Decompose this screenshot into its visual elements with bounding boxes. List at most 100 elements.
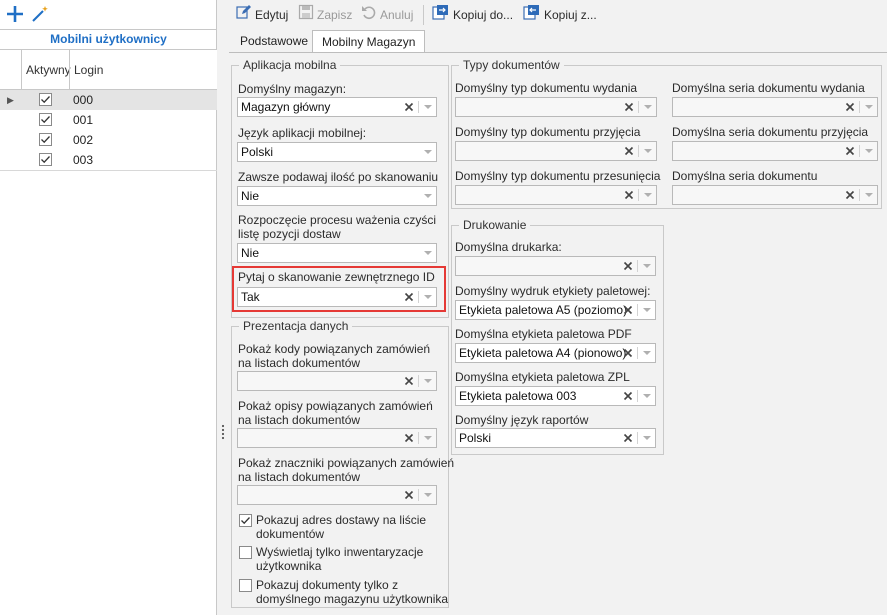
combo-value: Polski [459, 431, 492, 445]
order-desc-select[interactable] [237, 428, 437, 448]
tab-strip: Podstawowe Mobilny Magazyn [229, 30, 887, 53]
users-pane: Mobilni użytkownicy Aktywny Login ▶ 000 … [0, 0, 217, 615]
language-select[interactable]: Polski [237, 142, 437, 162]
copy-from-label: Kopiuj z... [544, 8, 597, 22]
pallet-print-select[interactable]: Etykieta paletowa A5 (poziomo) [455, 300, 656, 320]
active-checkbox[interactable] [39, 153, 52, 166]
chevron-down-icon[interactable] [639, 186, 656, 204]
show-address-checkbox[interactable] [239, 514, 252, 527]
chevron-down-icon[interactable] [419, 372, 436, 390]
receipt-type-label: Domyślny typ dokumentu przyjęcia [455, 125, 641, 139]
chevron-down-icon[interactable] [639, 98, 656, 116]
order-desc-label-line1: Pokaż opisy powiązanych zamówień [238, 399, 433, 413]
clear-icon[interactable] [619, 344, 637, 362]
clear-icon[interactable] [400, 429, 418, 447]
order-marks-select[interactable] [237, 485, 437, 505]
combo-value: Nie [241, 246, 260, 260]
clear-icon[interactable] [620, 186, 638, 204]
column-login-header[interactable]: Login [69, 50, 217, 90]
column-header: Aktywny Login [0, 50, 217, 90]
chevron-down-icon[interactable] [638, 301, 655, 319]
transfer-type-select[interactable] [455, 185, 657, 205]
order-marks-label-line2: na listach dokumentów [238, 470, 361, 484]
table-row[interactable]: ▶ 000 [0, 90, 217, 110]
printer-select[interactable] [455, 256, 656, 276]
chevron-down-icon[interactable] [638, 257, 655, 275]
chevron-down-icon[interactable] [860, 142, 877, 160]
chevron-down-icon[interactable] [419, 143, 436, 161]
copy-to-icon [432, 4, 450, 26]
highlight-box [232, 266, 446, 312]
edit-icon [236, 4, 252, 26]
clear-icon[interactable] [619, 301, 637, 319]
inventory-only-checkbox[interactable] [239, 546, 252, 559]
printer-label: Domyślna drukarka: [455, 240, 562, 254]
transfer-type-label: Domyślny typ dokumentu przesunięcia [455, 169, 661, 183]
chevron-down-icon[interactable] [860, 98, 877, 116]
clear-icon[interactable] [400, 486, 418, 504]
cancel-button[interactable]: Anuluj [361, 5, 413, 25]
login-cell: 002 [73, 133, 94, 147]
receipt-series-select[interactable] [672, 141, 878, 161]
cancel-label: Anuluj [380, 8, 414, 22]
active-checkbox[interactable] [39, 93, 52, 106]
clear-icon[interactable] [841, 186, 859, 204]
issue-series-label: Domyślna seria dokumentu wydania [672, 81, 865, 95]
weighing-select[interactable]: Nie [237, 243, 437, 263]
list-title: Mobilni użytkownicy [0, 29, 217, 50]
chevron-down-icon[interactable] [419, 486, 436, 504]
clear-icon[interactable] [620, 98, 638, 116]
chevron-down-icon[interactable] [638, 344, 655, 362]
chevron-down-icon[interactable] [638, 387, 655, 405]
transfer-series-select[interactable] [672, 185, 878, 205]
issue-type-select[interactable] [455, 97, 657, 117]
clear-icon[interactable] [620, 142, 638, 160]
report-language-select[interactable]: Polski [455, 428, 656, 448]
clear-icon[interactable] [619, 429, 637, 447]
order-codes-select[interactable] [237, 371, 437, 391]
edit-button[interactable]: Edytuj [236, 5, 288, 25]
clear-icon[interactable] [619, 257, 637, 275]
tab-mobile-warehouse[interactable]: Mobilny Magazyn [312, 30, 426, 53]
save-button[interactable]: Zapisz [298, 4, 352, 25]
clear-icon[interactable] [841, 98, 859, 116]
chevron-down-icon[interactable] [419, 187, 436, 205]
zpl-label-select[interactable]: Etykieta paletowa 003 [455, 386, 656, 406]
combo-value: Etykieta paletowa 003 [459, 389, 577, 403]
pane-splitter[interactable] [217, 0, 229, 615]
receipt-type-select[interactable] [455, 141, 657, 161]
chevron-down-icon[interactable] [638, 429, 655, 447]
tab-basic[interactable]: Podstawowe [231, 30, 317, 52]
pdf-label-select[interactable]: Etykieta paletowa A4 (pionowo) [455, 343, 656, 363]
clear-icon[interactable] [400, 372, 418, 390]
table-row[interactable]: 001 [0, 110, 217, 130]
splitter-grip-icon[interactable] [221, 424, 225, 440]
chevron-down-icon[interactable] [419, 429, 436, 447]
login-cell: 001 [73, 113, 94, 127]
default-warehouse-only-checkbox[interactable] [239, 579, 252, 592]
chevron-down-icon[interactable] [419, 98, 436, 116]
show-address-label-line1: Pokazuj adres dostawy na liście [256, 513, 427, 527]
clear-icon[interactable] [841, 142, 859, 160]
copy-to-button[interactable]: Kopiuj do... [432, 5, 513, 25]
row-indicator-icon: ▶ [7, 95, 14, 105]
chevron-down-icon[interactable] [419, 244, 436, 262]
add-icon[interactable] [5, 4, 25, 24]
clear-icon[interactable] [619, 387, 637, 405]
active-checkbox[interactable] [39, 133, 52, 146]
table-row[interactable]: 003 [0, 150, 217, 170]
active-checkbox[interactable] [39, 113, 52, 126]
copy-from-button[interactable]: Kopiuj z... [523, 5, 597, 25]
divider [0, 170, 217, 171]
combo-value: Etykieta paletowa A4 (pionowo) [459, 346, 627, 360]
column-active-header[interactable]: Aktywny [21, 50, 71, 90]
always-qty-select[interactable]: Nie [237, 186, 437, 206]
chevron-down-icon[interactable] [860, 186, 877, 204]
clear-icon[interactable] [400, 98, 418, 116]
issue-series-select[interactable] [672, 97, 878, 117]
magic-wand-icon[interactable] [30, 4, 50, 24]
order-marks-label-line1: Pokaż znaczniki powiązanych zamówień [238, 456, 455, 470]
chevron-down-icon[interactable] [639, 142, 656, 160]
default-warehouse-select[interactable]: Magazyn główny [237, 97, 437, 117]
table-row[interactable]: 002 [0, 130, 217, 150]
